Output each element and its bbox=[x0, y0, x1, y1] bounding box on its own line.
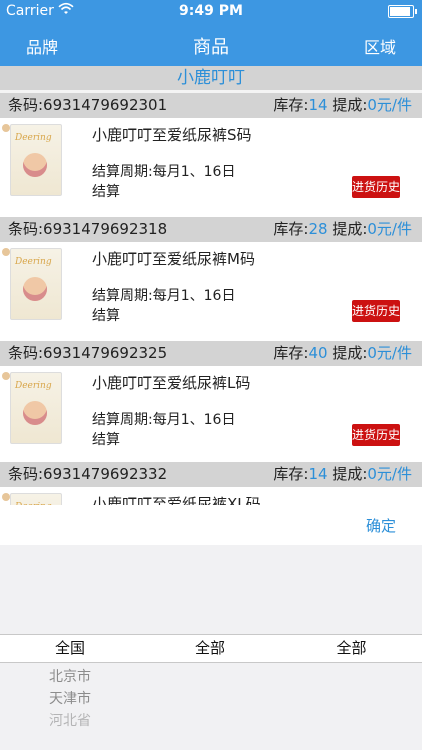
badge-icon bbox=[2, 493, 10, 501]
stock-label: 库存: bbox=[273, 96, 309, 114]
status-bar: Carrier 9:49 PM bbox=[0, 0, 422, 22]
product-header: 条码:6931479692318 库存:28 提成:0元/件 bbox=[0, 217, 422, 242]
product-meta: 库存:14 提成:0元/件 bbox=[273, 93, 412, 118]
commission-label: 提成: bbox=[332, 465, 368, 483]
product-header: 条码:6931479692301 库存:14 提成:0元/件 bbox=[0, 93, 422, 118]
stock-value: 14 bbox=[308, 96, 328, 114]
barcode-text: 条码:6931479692318 bbox=[8, 220, 168, 238]
picker-option[interactable]: 天津市 bbox=[0, 688, 140, 708]
product-item[interactable]: 条码:6931479692332 库存:14 提成:0元/件 小鹿叮叮至爱纸尿裤… bbox=[0, 462, 422, 505]
purchase-history-button[interactable]: 进货历史 bbox=[352, 176, 400, 198]
barcode-text: 条码:6931479692301 bbox=[8, 96, 168, 114]
region-tab[interactable]: 区域 bbox=[364, 34, 396, 58]
stock-label: 库存: bbox=[273, 344, 309, 362]
product-name: 小鹿叮叮至爱纸尿裤XL码 bbox=[92, 495, 261, 505]
purchase-history-button[interactable]: 进货历史 bbox=[352, 424, 400, 446]
region-picker-sheet[interactable]: 确定 全国 全部 全部 北京市 天津市 河北省 bbox=[0, 505, 422, 750]
battery-icon bbox=[388, 5, 417, 18]
product-image bbox=[10, 372, 62, 444]
product-name: 小鹿叮叮至爱纸尿裤S码 bbox=[92, 126, 252, 144]
product-item[interactable]: 条码:6931479692301 库存:14 提成:0元/件 小鹿叮叮至爱纸尿裤… bbox=[0, 93, 422, 217]
product-image bbox=[10, 248, 62, 320]
product-header: 条码:6931479692332 库存:14 提成:0元/件 bbox=[0, 462, 422, 487]
stock-label: 库存: bbox=[273, 465, 309, 483]
settlement-cycle: 结算周期:每月1、16日结算 bbox=[92, 164, 236, 200]
picker-province[interactable]: 全部 bbox=[140, 637, 280, 658]
settlement-cycle: 结算周期:每月1、16日结算 bbox=[92, 288, 236, 324]
commission-label: 提成: bbox=[332, 220, 368, 238]
settlement-cycle: 结算周期:每月1、16日结算 bbox=[92, 412, 236, 448]
commission-value: 0元/件 bbox=[367, 96, 412, 114]
barcode-text: 条码:6931479692332 bbox=[8, 465, 168, 483]
product-meta: 库存:28 提成:0元/件 bbox=[273, 217, 412, 242]
product-body: 小鹿叮叮至爱纸尿裤S码 结算周期:每月1、16日结算 进货历史 bbox=[0, 118, 422, 217]
page-title: 商品 bbox=[193, 37, 229, 58]
product-item[interactable]: 条码:6931479692325 库存:40 提成:0元/件 小鹿叮叮至爱纸尿裤… bbox=[0, 341, 422, 465]
status-time: 9:49 PM bbox=[179, 3, 243, 19]
region-picker[interactable]: 全国 全部 全部 北京市 天津市 河北省 bbox=[0, 545, 422, 750]
commission-label: 提成: bbox=[332, 96, 368, 114]
product-body: 小鹿叮叮至爱纸尿裤L码 结算周期:每月1、16日结算 进货历史 bbox=[0, 366, 422, 465]
badge-icon bbox=[2, 372, 10, 380]
commission-label: 提成: bbox=[332, 344, 368, 362]
commission-value: 0元/件 bbox=[367, 220, 412, 238]
nav-bar: 品牌 商品 区域 bbox=[0, 22, 422, 66]
commission-value: 0元/件 bbox=[367, 344, 412, 362]
badge-icon bbox=[2, 248, 10, 256]
picker-city[interactable]: 全部 bbox=[281, 637, 422, 658]
product-name: 小鹿叮叮至爱纸尿裤M码 bbox=[92, 250, 255, 268]
stock-value: 40 bbox=[308, 344, 328, 362]
product-name: 小鹿叮叮至爱纸尿裤L码 bbox=[92, 374, 251, 392]
picker-toolbar: 确定 bbox=[0, 505, 422, 546]
stock-label: 库存: bbox=[273, 220, 309, 238]
product-meta: 库存:14 提成:0元/件 bbox=[273, 462, 412, 487]
brand-header: 小鹿叮叮 bbox=[0, 66, 422, 90]
commission-value: 0元/件 bbox=[367, 465, 412, 483]
picker-option[interactable]: 河北省 bbox=[0, 710, 140, 730]
battery-fill bbox=[390, 7, 410, 16]
stock-value: 28 bbox=[308, 220, 328, 238]
product-meta: 库存:40 提成:0元/件 bbox=[273, 341, 412, 366]
product-image bbox=[10, 493, 62, 505]
picker-country[interactable]: 全国 bbox=[0, 637, 140, 658]
confirm-button[interactable]: 确定 bbox=[366, 515, 396, 536]
product-header: 条码:6931479692325 库存:40 提成:0元/件 bbox=[0, 341, 422, 366]
picker-option[interactable]: 北京市 bbox=[0, 666, 140, 686]
barcode-text: 条码:6931479692325 bbox=[8, 344, 168, 362]
product-image bbox=[10, 124, 62, 196]
product-body: 小鹿叮叮至爱纸尿裤XL码 bbox=[0, 487, 422, 505]
product-body: 小鹿叮叮至爱纸尿裤M码 结算周期:每月1、16日结算 进货历史 bbox=[0, 242, 422, 341]
purchase-history-button[interactable]: 进货历史 bbox=[352, 300, 400, 322]
badge-icon bbox=[2, 124, 10, 132]
product-item[interactable]: 条码:6931479692318 库存:28 提成:0元/件 小鹿叮叮至爱纸尿裤… bbox=[0, 217, 422, 341]
stock-value: 14 bbox=[308, 465, 328, 483]
